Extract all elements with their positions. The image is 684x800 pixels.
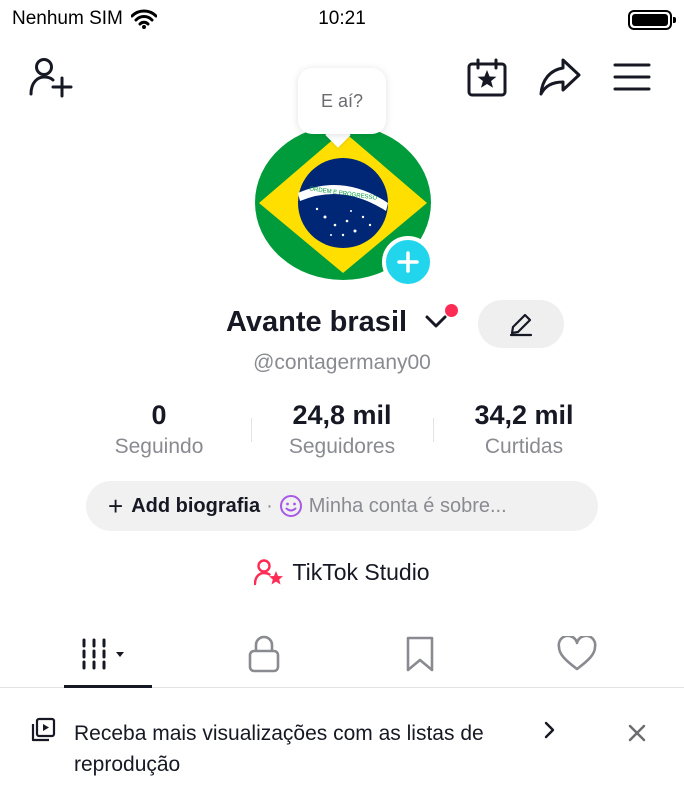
tab-saved[interactable] [334, 620, 505, 688]
stat-value: 34,2 mil [474, 400, 574, 430]
notification-dot [445, 304, 458, 317]
profile-name[interactable]: Avante brasil [226, 306, 407, 339]
add-friend-button[interactable] [28, 56, 74, 100]
stat-value: 0 [151, 400, 167, 430]
bio-separator: · [266, 494, 273, 517]
stat-value: 24,8 mil [292, 400, 392, 430]
lock-icon [248, 635, 279, 673]
profile-stats: 0 Seguindo 24,8 mil Seguidores 34,2 mil … [0, 400, 684, 464]
bio-placeholder: Minha conta é sobre... [308, 494, 507, 517]
stat-label: Seguindo [114, 435, 204, 458]
plus-icon: + [108, 491, 124, 521]
note-bubble-text: E aí? [320, 90, 364, 111]
pencil-icon [509, 313, 533, 337]
battery-icon [628, 10, 676, 30]
videos-grid-icon [82, 638, 124, 670]
menu-icon [613, 63, 651, 91]
stat-divider [433, 418, 434, 442]
close-icon[interactable] [626, 722, 648, 744]
stat-divider [251, 418, 252, 442]
stat-label: Seguidores [288, 435, 396, 458]
playlist-icon [31, 717, 56, 742]
add-story-button[interactable] [382, 236, 434, 288]
stat-likes[interactable]: 34,2 mil Curtidas [439, 400, 609, 459]
smiley-icon [279, 495, 302, 517]
active-tab-indicator [64, 685, 152, 688]
stat-followers[interactable]: 24,8 mil Seguidores [257, 400, 427, 459]
edit-profile-button[interactable] [478, 300, 564, 348]
menu-button[interactable] [612, 60, 652, 94]
tiktok-studio-button[interactable]: TikTok Studio [0, 558, 684, 586]
profile-name-row: Avante brasil [0, 300, 684, 350]
plus-icon [397, 251, 419, 273]
username: @contagermany00 [253, 351, 431, 374]
stat-label: Curtidas [484, 435, 564, 458]
share-icon [539, 58, 581, 96]
chevron-down-icon[interactable] [424, 314, 448, 330]
tab-liked[interactable] [491, 620, 662, 688]
banner-text: Receba mais visualizações com as listas … [74, 722, 484, 776]
note-bubble[interactable]: E aí? [298, 68, 386, 134]
add-bio-label: Add biografia [131, 494, 261, 517]
calendar-button[interactable] [466, 58, 508, 98]
stat-following[interactable]: 0 Seguindo [74, 400, 244, 459]
calendar-star-icon [467, 58, 507, 97]
tiktok-studio-label: TikTok Studio [292, 558, 430, 585]
tab-videos[interactable] [22, 620, 193, 688]
clock: 10:21 [318, 8, 366, 29]
playlist-banner[interactable]: Receba mais visualizações com as listas … [0, 700, 684, 800]
tab-private[interactable] [178, 620, 349, 688]
bookmark-icon [406, 636, 433, 672]
heart-icon [556, 636, 597, 671]
status-bar: Nenhum SIM 10:21 [0, 0, 684, 40]
share-profile-button[interactable] [538, 56, 582, 98]
profile-tabs [0, 620, 684, 688]
add-friend-icon [29, 58, 73, 98]
chevron-right-icon[interactable] [543, 720, 557, 740]
creator-star-icon [254, 559, 284, 586]
add-bio-button[interactable]: + Add biografia · Minha conta é sobre... [86, 481, 598, 531]
